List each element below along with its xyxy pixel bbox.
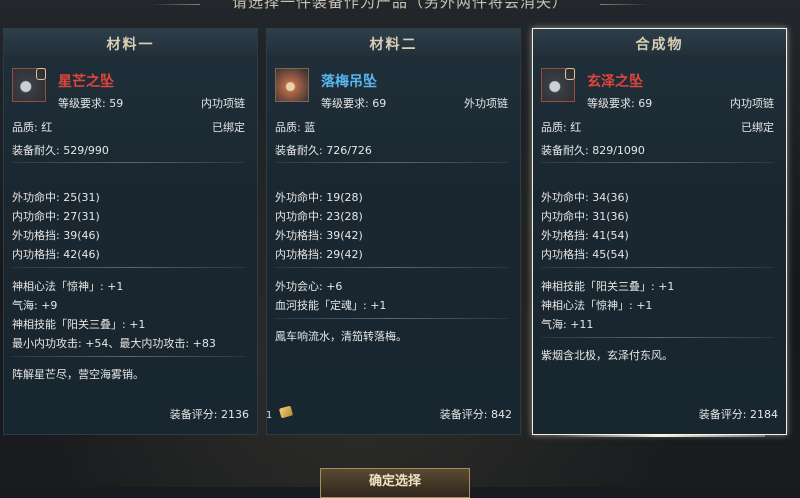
pendant-icon <box>12 68 46 102</box>
stat-line: 外功命中: 25(31) <box>12 191 100 204</box>
flavor-text: 阵解星芒尽，营空海雾销。 <box>12 368 144 381</box>
stat-line: 内功格挡: 42(46) <box>12 248 100 261</box>
equipment-score: 装备评分: 2136 <box>169 408 249 421</box>
quality-text: 品质: 红 <box>541 121 582 134</box>
equipment-slot: 内功项链 <box>730 97 774 110</box>
divider <box>12 356 245 357</box>
stat-line: 内功格挡: 45(54) <box>541 248 629 261</box>
selection-sparkle <box>555 434 765 437</box>
pendant-icon <box>541 68 575 102</box>
stat-line: 外功格挡: 41(54) <box>541 229 629 242</box>
divider <box>275 267 508 268</box>
page-title: 请选择一件装备作为产品（另外两件将会消失） <box>231 0 568 11</box>
bonus-line: 外功会心: +6 <box>275 280 343 293</box>
bonus-line: 神相技能「阳关三叠」: +1 <box>12 318 146 331</box>
item-name: 玄泽之坠 <box>587 74 643 90</box>
equipment-score: 装备评分: 2184 <box>698 408 778 421</box>
card-header: 材料一 <box>4 29 257 61</box>
bound-status: 已绑定 <box>741 121 774 134</box>
item-name: 星芒之坠 <box>58 74 114 90</box>
pendant-icon <box>275 68 309 102</box>
divider <box>541 337 774 338</box>
stat-line: 外功命中: 19(28) <box>275 191 363 204</box>
flavor-text: 鳳车响流水，清笳转落梅。 <box>275 330 407 343</box>
stack-count: 1 <box>266 410 273 421</box>
durability: 装备耐久: 726/726 <box>275 144 372 157</box>
stat-line: 外功格挡: 39(42) <box>275 229 363 242</box>
bonus-line: 气海: +9 <box>12 299 58 312</box>
stat-line: 内功命中: 31(36) <box>541 210 629 223</box>
bonus-line: 最小内功攻击: +54、最大内功攻击: +83 <box>12 337 216 350</box>
item-name: 落梅吊坠 <box>321 74 377 90</box>
level-requirement: 等级要求: 69 <box>321 97 387 110</box>
quality-label: 品质: 红 <box>12 119 52 135</box>
durability: 装备耐久: 829/1090 <box>541 144 645 157</box>
divider <box>275 318 508 319</box>
confirm-selection-button[interactable]: 确定选择 <box>320 468 470 498</box>
lock-icon <box>36 68 46 80</box>
divider <box>275 162 508 163</box>
card-header: 材料二 <box>267 29 520 61</box>
stat-line: 外功格挡: 39(46) <box>12 229 100 242</box>
bound-status: 已绑定 <box>212 121 245 134</box>
level-requirement: 等级要求: 59 <box>58 97 124 110</box>
material-card-2[interactable]: 材料二 落梅吊坠 等级要求: 69 外功项链 品质: 蓝 装备耐久: 726/7… <box>266 28 521 435</box>
quality-label: 品质: 蓝 <box>275 119 315 135</box>
card-header: 合成物 <box>533 29 786 61</box>
quality-text: 品质: 蓝 <box>275 121 316 134</box>
flavor-text: 紫烟含北极，玄泽付东风。 <box>541 349 673 362</box>
bonus-line: 神相技能「阳关三叠」: +1 <box>541 280 675 293</box>
quality-label: 品质: 红 <box>541 119 581 135</box>
bonus-line: 气海: +11 <box>541 318 594 331</box>
stat-line: 内功命中: 27(31) <box>12 210 100 223</box>
durability: 装备耐久: 529/990 <box>12 144 109 157</box>
equipment-slot: 外功项链 <box>464 97 508 110</box>
divider <box>541 267 774 268</box>
result-card[interactable]: 合成物 玄泽之坠 等级要求: 69 内功项链 品质: 红 已绑定 装备耐久: 8… <box>532 28 787 435</box>
equipment-slot: 内功项链 <box>201 97 245 110</box>
divider <box>12 162 245 163</box>
stat-line: 内功格挡: 29(42) <box>275 248 363 261</box>
lock-icon <box>565 68 575 80</box>
bonus-line: 神相心法「惊神」: +1 <box>12 280 124 293</box>
equipment-score: 装备评分: 842 <box>439 408 512 421</box>
material-card-1[interactable]: 材料一 星芒之坠 等级要求: 59 内功项链 品质: 红 已绑定 装备耐久: 5… <box>3 28 258 435</box>
divider <box>541 162 774 163</box>
stat-line: 内功命中: 23(28) <box>275 210 363 223</box>
level-requirement: 等级要求: 69 <box>587 97 653 110</box>
bonus-line: 血河技能「定魂」: +1 <box>275 299 387 312</box>
stat-line: 外功命中: 34(36) <box>541 191 629 204</box>
divider <box>12 267 245 268</box>
quality-text: 品质: 红 <box>12 121 53 134</box>
bonus-line: 神相心法「惊神」: +1 <box>541 299 653 312</box>
